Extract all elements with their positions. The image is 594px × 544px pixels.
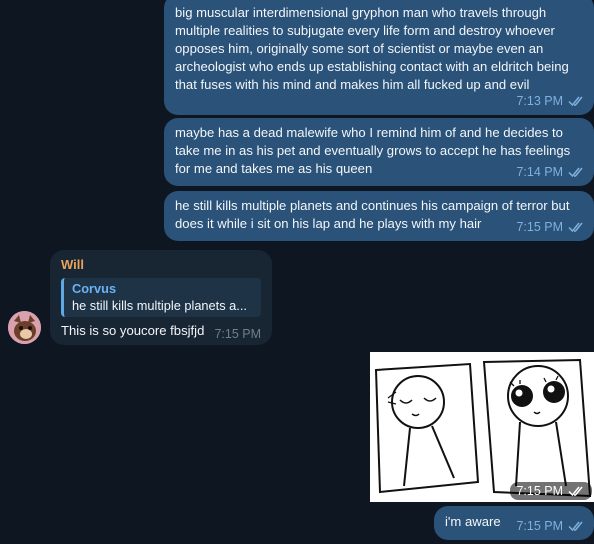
incoming-message[interactable]: Will Corvus he still kills multiple plan… [50, 250, 272, 345]
sketch-image [370, 352, 594, 502]
image-message[interactable]: 7:15 PM [370, 352, 594, 502]
sender-name[interactable]: Will [61, 256, 261, 274]
message-time: 7:14 PM [516, 165, 563, 179]
message-line: archeologist who ends up establishing co… [175, 59, 569, 74]
image-meta: 7:15 PM [510, 482, 592, 500]
message-meta: 7:13 PM [516, 92, 586, 110]
double-check-icon [568, 221, 586, 233]
message-text: This is so youcore fbsjfjd [61, 323, 205, 338]
message-meta: 7:15 PM [516, 517, 586, 535]
outgoing-message-last[interactable]: i'm aware 7:15 PM [434, 506, 594, 540]
outgoing-message-2[interactable]: maybe has a dead malewife who I remind h… [164, 118, 594, 186]
double-check-icon [568, 95, 586, 107]
image-time: 7:15 PM [516, 484, 563, 498]
message-line: he still kills multiple planets and cont… [175, 198, 570, 213]
avatar[interactable] [8, 311, 41, 344]
double-check-icon [568, 166, 586, 178]
message-line: take me in as his pet and eventually gro… [175, 143, 571, 158]
message-line: maybe has a dead malewife who I remind h… [175, 125, 563, 140]
outgoing-message-3[interactable]: he still kills multiple planets and cont… [164, 191, 594, 241]
reply-author: Corvus [72, 281, 117, 296]
message-time: 7:15 PM [214, 327, 261, 341]
message-time: 7:13 PM [516, 94, 563, 108]
message-line: big muscular interdimensional gryphon ma… [175, 5, 547, 20]
message-line: opposes him, originally some sort of sci… [175, 41, 544, 56]
message-time: 7:15 PM [516, 519, 563, 533]
message-time: 7:15 PM [516, 220, 563, 234]
reply-text: he still kills multiple planets a... [72, 298, 247, 313]
message-meta: 7:14 PM [516, 163, 586, 181]
outgoing-message-1[interactable]: big muscular interdimensional gryphon ma… [164, 0, 594, 115]
double-check-icon [568, 520, 586, 532]
message-line: multiple realities to subjugate every li… [175, 23, 555, 38]
reply-preview[interactable]: Corvus he still kills multiple planets a… [61, 278, 261, 317]
double-check-icon [568, 485, 586, 497]
message-meta: 7:15 PM [516, 218, 586, 236]
